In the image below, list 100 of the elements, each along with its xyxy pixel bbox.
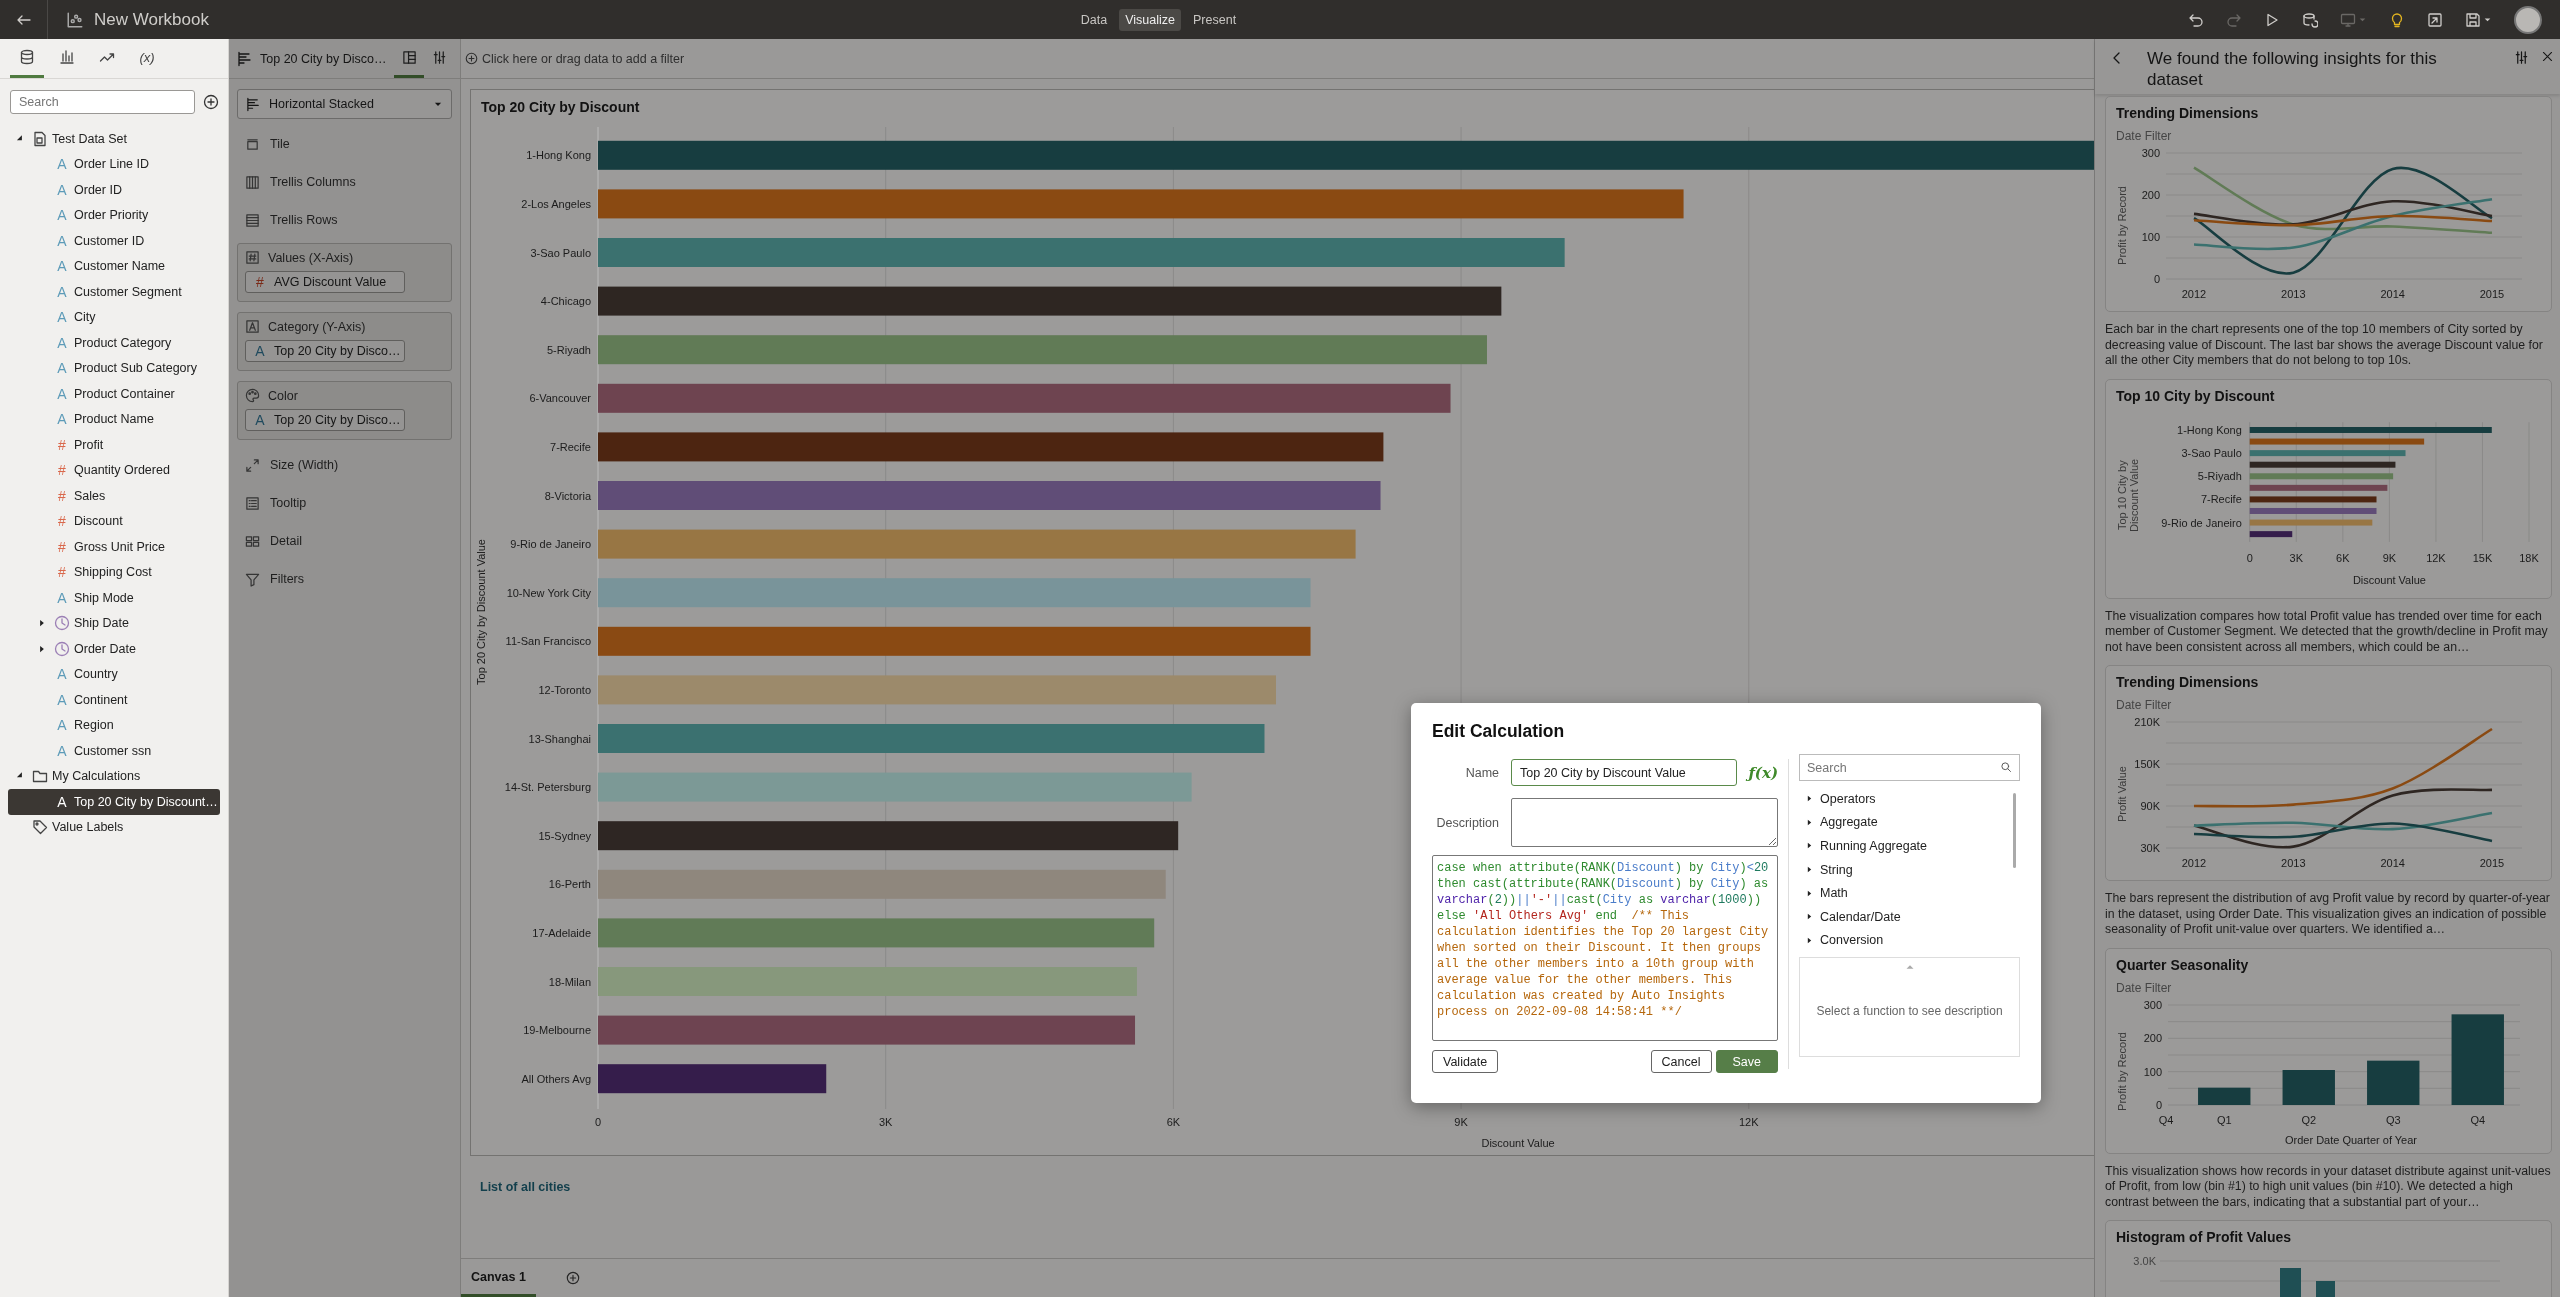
panel-tab[interactable]: (x) xyxy=(130,39,164,78)
function-category[interactable]: Conversion xyxy=(1799,928,2013,953)
hash-icon: # xyxy=(54,487,70,504)
tree-item[interactable]: A Order ID xyxy=(8,177,220,203)
lightbulb-icon[interactable] xyxy=(2389,11,2405,28)
data-pill[interactable]: # AVG Discount Value xyxy=(245,271,405,293)
insight-description: The visualization compares how total Profit value has trended over time for each member of Customer Segment. We detected that the growth/decline in Profit may not have been consistent across all members, which could be an… xyxy=(2105,608,2549,655)
grammar-item[interactable]: Size (Width) xyxy=(237,446,452,484)
drop-zone[interactable]: Color A Top 20 City by Disco… xyxy=(237,381,452,440)
tree-item[interactable]: Order Date xyxy=(8,636,220,662)
tree-item[interactable]: A Product Name xyxy=(8,406,220,432)
axis-tick-label: Q1 xyxy=(2216,1113,2232,1126)
save-icon[interactable] xyxy=(2465,11,2481,28)
tree-item[interactable]: Ship Date xyxy=(8,610,220,636)
axis-tick-label: 0 xyxy=(594,1116,602,1128)
grammar-item[interactable]: Filters xyxy=(237,560,452,598)
tree-item[interactable]: A Customer Name xyxy=(8,253,220,279)
tree-item[interactable]: # Sales xyxy=(8,483,220,509)
dialog-button[interactable]: Cancel xyxy=(1650,1050,1712,1073)
search-field[interactable]: Search xyxy=(10,90,195,114)
canvas-tab[interactable]: Canvas 1 xyxy=(461,1259,536,1297)
tree-item[interactable]: A City xyxy=(8,304,220,330)
sliders-icon[interactable] xyxy=(2514,50,2529,65)
collapsed-triangle-icon xyxy=(1805,794,1814,804)
panel-title: We found the following insights for this dataset xyxy=(2147,48,2438,90)
tree-item[interactable]: A Customer ID xyxy=(8,228,220,254)
grid-icon xyxy=(245,533,260,549)
grammar-item[interactable]: Tooltip xyxy=(237,484,452,522)
filter-bar[interactable]: Click here or drag data to add a filter xyxy=(461,39,2094,79)
name-field[interactable]: Top 20 City by Discount Value xyxy=(1511,759,1738,786)
data-pill[interactable]: A Top 20 City by Disco… xyxy=(245,409,405,431)
dialog-button[interactable]: Save xyxy=(1715,1050,1778,1073)
category-label: 14-St. Petersburg xyxy=(504,781,591,794)
category-label: 5-Riyadh xyxy=(546,343,591,356)
mode-tab[interactable]: Data xyxy=(1074,8,1114,31)
tree-item[interactable]: # Discount xyxy=(8,508,220,534)
tree-item[interactable]: # Shipping Cost xyxy=(8,559,220,585)
tree-item[interactable]: A Region xyxy=(8,712,220,738)
tree-item[interactable]: A Product Container xyxy=(8,381,220,407)
tree-item[interactable]: # Profit xyxy=(8,432,220,458)
tree-item[interactable]: A Top 20 City by Discount… xyxy=(8,789,220,815)
text-link[interactable]: List of all cities xyxy=(480,1180,571,1194)
tree-item[interactable]: Test Data Set xyxy=(8,126,220,152)
chart-type-dropdown[interactable]: Horizontal Stacked xyxy=(237,89,452,119)
function-category[interactable]: String xyxy=(1799,857,2013,882)
function-category[interactable]: Running Aggregate xyxy=(1799,834,2013,858)
tree-item[interactable]: My Calculations xyxy=(8,763,220,789)
workbook-title: New Workbook xyxy=(94,9,209,30)
drop-zone[interactable]: Values (X-Axis) # AVG Discount Value xyxy=(237,243,452,302)
tree-item[interactable]: A Country xyxy=(8,661,220,687)
caret-down-icon[interactable] xyxy=(2483,15,2492,24)
grammar-item[interactable]: Trellis Rows xyxy=(237,201,452,239)
letter-icon: A xyxy=(54,181,70,198)
function-category[interactable]: Math xyxy=(1799,881,2013,905)
play-icon[interactable] xyxy=(2264,11,2280,28)
axis-tick-label: Q4 xyxy=(2158,1113,2174,1126)
dialog-button[interactable]: Validate xyxy=(1432,1050,1499,1073)
visualization-tab[interactable]: Top 20 City by Disco… xyxy=(229,39,395,78)
database-refresh-icon[interactable] xyxy=(2302,11,2318,28)
tree-item[interactable]: A Ship Mode xyxy=(8,585,220,611)
tree-item[interactable]: A Product Sub Category xyxy=(8,355,220,381)
user-avatar[interactable] xyxy=(2514,5,2542,34)
axis-tick-label: 300 xyxy=(2143,998,2162,1011)
function-icon[interactable]: ƒ(x) xyxy=(1748,763,1778,782)
axis-tick-label: 3K xyxy=(2289,551,2303,564)
category-label: 15-Sydney xyxy=(538,829,591,842)
category-label: 16-Perth xyxy=(548,878,591,891)
letter-icon: A xyxy=(54,309,70,326)
tree-item[interactable]: A Customer ssn xyxy=(8,738,220,764)
drop-zone[interactable]: Category (Y-Axis) A Top 20 City by Disco… xyxy=(237,312,452,371)
function-category[interactable]: Calendar/Date xyxy=(1799,904,2013,929)
grammar-item[interactable]: Tile xyxy=(237,125,452,163)
mode-tab[interactable]: Present xyxy=(1187,8,1243,31)
close-icon[interactable] xyxy=(2541,50,2554,63)
add-circle-icon[interactable] xyxy=(203,94,219,110)
tree-item[interactable]: # Gross Unit Price xyxy=(8,534,220,560)
tree-item[interactable]: A Order Line ID xyxy=(8,151,220,177)
tree-item[interactable]: A Customer Segment xyxy=(8,279,220,305)
rows-icon xyxy=(245,212,260,228)
panel-layout-icon xyxy=(401,49,417,65)
tree-item[interactable]: A Order Priority xyxy=(8,202,220,228)
code-editor[interactable]: case when attribute(RANK(Discount) by City)<20 then cast(attribute(RANK(Discount) by City) as varchar(2))||'-'||cast(City as varchar(1000)) else 'All Others Avg' end /** This calculation identifies the Top 20 largest City when sorted on their Discount. It then groups all the other members into a 10th group with average value for the other members. This calculation was created by Auto Insights process on 2022-09-08 14:58:41 **/ xyxy=(1432,855,1778,1041)
tree-item[interactable]: A Product Category xyxy=(8,330,220,356)
grammar-item[interactable]: Trellis Columns xyxy=(237,163,452,201)
add-circle-icon[interactable] xyxy=(565,1271,580,1285)
description-field[interactable] xyxy=(1511,798,1778,847)
horizontal-bar-icon xyxy=(246,96,261,112)
insight-description: This visualization shows how records in your dataset distribute against unit-values of Profit, from low (bin #1) to high unit values (bin #10). We detected a high contrast between the bars, indicating that a substantial part of your… xyxy=(2105,1163,2552,1210)
function-category[interactable]: Operators xyxy=(1799,787,2013,811)
tree-item[interactable]: # Quantity Ordered xyxy=(8,457,220,483)
export-icon[interactable] xyxy=(2427,11,2443,28)
tree-item[interactable]: Value Labels xyxy=(8,814,220,840)
data-pill[interactable]: A Top 20 City by Disco… xyxy=(245,340,405,362)
mode-tab[interactable]: Visualize xyxy=(1119,8,1182,31)
axis-tick-label: 9K xyxy=(2382,551,2397,564)
axis-tick-label: 2012 xyxy=(2181,857,2207,869)
function-search-field[interactable]: Search xyxy=(1799,754,2020,781)
tree-item[interactable]: A Continent xyxy=(8,687,220,713)
grammar-item[interactable]: Detail xyxy=(237,522,452,560)
function-category[interactable]: Aggregate xyxy=(1799,810,2013,835)
